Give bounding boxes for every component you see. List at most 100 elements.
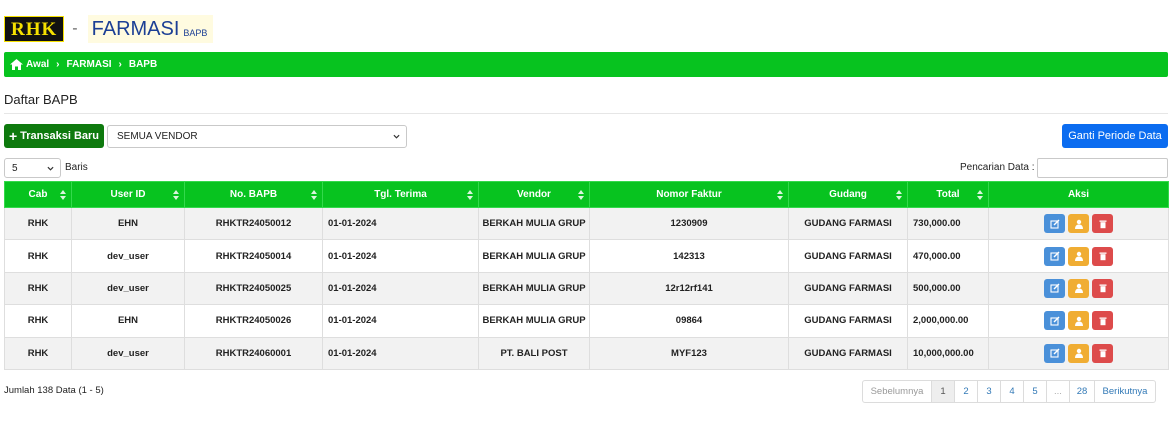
- breadcrumb-item-farmasi[interactable]: FARMASI: [67, 59, 112, 70]
- cell-total: 500,000.00: [907, 271, 989, 306]
- trash-icon: [1099, 284, 1106, 293]
- table-row[interactable]: RHK EHN RHKTR24050026 01-01-2024 BERKAH …: [4, 304, 1169, 338]
- rows-per-page-label: Baris: [65, 162, 88, 173]
- edit-icon: [1049, 251, 1059, 261]
- cell-user-id: EHN: [71, 304, 185, 338]
- cell-tgl-terima: 01-01-2024: [322, 271, 479, 306]
- print-button[interactable]: [1068, 214, 1089, 234]
- chevron-down-icon: [393, 134, 400, 139]
- logo[interactable]: RHK: [4, 16, 65, 42]
- pagination-page-28[interactable]: 28: [1069, 380, 1095, 403]
- sort-icon: [311, 190, 317, 200]
- cell-no-bapb: RHKTR24060001: [184, 336, 323, 371]
- cell-aksi: [988, 239, 1169, 273]
- title-separator: -: [72, 20, 78, 37]
- vendor-select[interactable]: SEMUA VENDOR: [107, 125, 407, 148]
- print-button[interactable]: [1068, 278, 1089, 298]
- sort-icon: [467, 190, 473, 200]
- new-transaction-label: Transaksi Baru: [20, 130, 100, 142]
- page-title: FARMASI BAPB: [87, 15, 214, 43]
- new-transaction-button[interactable]: + Transaksi Baru: [4, 124, 104, 148]
- cell-gudang: GUDANG FARMASI: [788, 206, 908, 241]
- cell-gudang: GUDANG FARMASI: [788, 239, 908, 273]
- plus-icon: +: [8, 128, 18, 144]
- pagination-page-2[interactable]: 2: [954, 380, 978, 403]
- pagination-ellipsis: ...: [1046, 380, 1070, 403]
- delete-button[interactable]: [1092, 311, 1113, 331]
- sort-icon: [578, 190, 584, 200]
- pagination-page-3[interactable]: 3: [977, 380, 1001, 403]
- delete-button[interactable]: [1092, 246, 1113, 266]
- cell-cab: RHK: [4, 304, 72, 338]
- cell-cab: RHK: [4, 239, 72, 273]
- module-title: FARMASI: [91, 18, 180, 40]
- cell-total: 470,000.00: [907, 239, 989, 273]
- change-period-button[interactable]: Ganti Periode Data: [1062, 124, 1168, 148]
- cell-aksi: [988, 336, 1169, 371]
- print-button[interactable]: [1068, 311, 1089, 331]
- column-header-tgl-terima[interactable]: Tgl. Terima: [322, 181, 479, 208]
- column-header-nomor-faktur[interactable]: Nomor Faktur: [589, 181, 789, 208]
- column-header-gudang[interactable]: Gudang: [788, 181, 908, 208]
- column-header-no-bapb[interactable]: No. BAPB: [184, 181, 323, 208]
- app-brand: RHK - FARMASI BAPB: [4, 15, 214, 43]
- column-header-cab[interactable]: Cab: [4, 181, 72, 208]
- edit-button[interactable]: [1044, 311, 1065, 331]
- rows-per-page-value: 5: [12, 162, 18, 174]
- column-header-vendor[interactable]: Vendor: [478, 181, 590, 208]
- breadcrumb-item-bapb: BAPB: [128, 59, 158, 70]
- search-input[interactable]: [1037, 158, 1168, 178]
- edit-button[interactable]: [1044, 278, 1065, 298]
- cell-aksi: [988, 304, 1169, 338]
- rows-per-page-select[interactable]: 5: [4, 158, 61, 178]
- sort-icon: [896, 190, 902, 200]
- edit-icon: [1049, 348, 1059, 358]
- edit-button[interactable]: [1044, 343, 1065, 363]
- print-icon: [1074, 219, 1083, 229]
- chevron-right-icon: ›: [118, 59, 122, 70]
- table-row[interactable]: RHK dev_user RHKTR24060001 01-01-2024 PT…: [4, 336, 1169, 371]
- table-row[interactable]: RHK EHN RHKTR24050012 01-01-2024 BERKAH …: [4, 206, 1169, 241]
- sort-icon: [977, 190, 983, 200]
- cell-cab: RHK: [4, 271, 72, 306]
- edit-icon: [1049, 316, 1059, 326]
- delete-button[interactable]: [1092, 343, 1113, 363]
- cell-nomor-faktur: 12r12rf141: [589, 271, 789, 306]
- cell-user-id: EHN: [71, 206, 185, 241]
- cell-no-bapb: RHKTR24050014: [184, 239, 323, 273]
- cell-vendor: BERKAH MULIA GRUP: [478, 304, 590, 338]
- table-row[interactable]: RHK dev_user RHKTR24050025 01-01-2024 BE…: [4, 271, 1169, 306]
- delete-button[interactable]: [1092, 214, 1113, 234]
- edit-button[interactable]: [1044, 214, 1065, 234]
- module-subtitle: BAPB: [183, 28, 208, 38]
- vendor-select-value: SEMUA VENDOR: [117, 131, 198, 142]
- table-row[interactable]: RHK dev_user RHKTR24050014 01-01-2024 BE…: [4, 239, 1169, 273]
- cell-user-id: dev_user: [71, 271, 185, 306]
- print-button[interactable]: [1068, 343, 1089, 363]
- column-header-aksi: Aksi: [988, 181, 1169, 208]
- bapb-table: Cab User ID No. BAPB Tgl. Terima Vendor …: [4, 181, 1169, 371]
- print-button[interactable]: [1068, 246, 1089, 266]
- cell-gudang: GUDANG FARMASI: [788, 271, 908, 306]
- pagination-page-1[interactable]: 1: [931, 380, 955, 403]
- pagination-next[interactable]: Berikutnya: [1094, 380, 1156, 403]
- search-label: Pencarian Data :: [960, 162, 1035, 173]
- cell-no-bapb: RHKTR24050026: [184, 304, 323, 338]
- chevron-right-icon: ›: [56, 59, 60, 70]
- cell-vendor: BERKAH MULIA GRUP: [478, 206, 590, 241]
- print-icon: [1074, 284, 1083, 294]
- cell-tgl-terima: 01-01-2024: [322, 336, 479, 371]
- section-title: Daftar BAPB: [4, 92, 78, 107]
- column-header-total[interactable]: Total: [907, 181, 989, 208]
- edit-button[interactable]: [1044, 246, 1065, 266]
- trash-icon: [1099, 317, 1106, 326]
- divider: [4, 113, 1168, 114]
- pagination-page-5[interactable]: 5: [1023, 380, 1047, 403]
- pagination-page-4[interactable]: 4: [1000, 380, 1024, 403]
- sort-icon: [60, 190, 66, 200]
- column-header-user-id[interactable]: User ID: [71, 181, 185, 208]
- edit-icon: [1049, 283, 1059, 294]
- pagination-previous[interactable]: Sebelumnya: [862, 380, 932, 403]
- breadcrumb-item-awal[interactable]: Awal: [26, 59, 49, 70]
- delete-button[interactable]: [1092, 278, 1113, 298]
